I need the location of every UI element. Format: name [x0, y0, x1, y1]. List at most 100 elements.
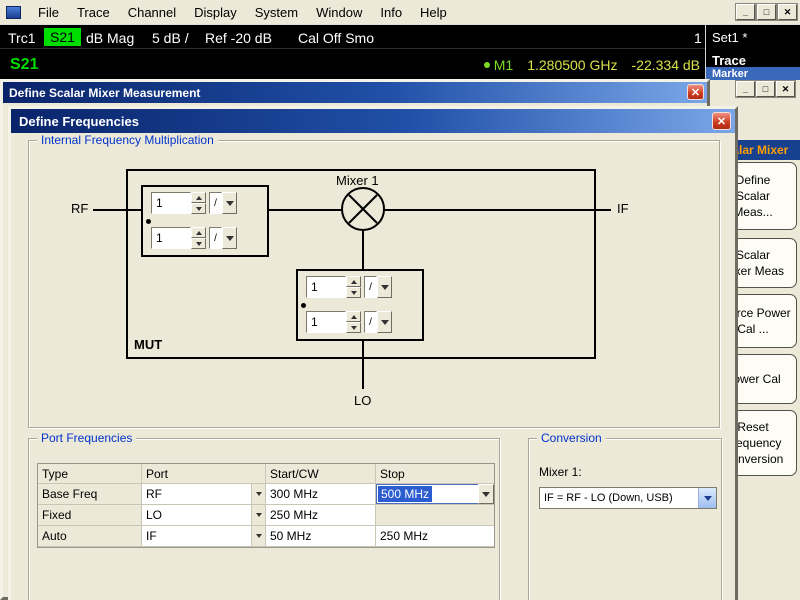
chevron-down-icon[interactable] [251, 505, 265, 525]
cell-start[interactable]: 50 MHz [266, 526, 376, 547]
denominator-field[interactable]: 1 [306, 311, 346, 333]
connection-dot-icon [146, 219, 151, 224]
chevron-down-icon[interactable] [698, 488, 716, 508]
spin-buttons [346, 311, 361, 333]
table-header-row: Type Port Start/CW Stop [38, 464, 494, 484]
fraction-icon [209, 192, 222, 214]
spin-up-icon[interactable] [191, 192, 206, 203]
softkey-line: Cal ... [737, 321, 768, 337]
trace-name: Trc1 [8, 30, 35, 46]
table-row: Auto IF 50 MHz 250 MHz [38, 526, 494, 547]
port-value: LO [146, 508, 162, 522]
softkey-line: Scalar [736, 188, 770, 204]
child-maximize-button[interactable]: □ [756, 81, 775, 97]
lo-multiplier-denominator: 1 [306, 311, 392, 333]
trace-legend[interactable]: S21 [10, 56, 38, 74]
spin-down-icon[interactable] [191, 203, 206, 214]
numerator-field[interactable]: 1 [151, 192, 191, 214]
spin-up-icon[interactable] [346, 311, 361, 322]
fraction-icon [364, 311, 377, 333]
spin-down-icon[interactable] [346, 322, 361, 333]
marker-label: M1 [484, 57, 513, 73]
dialog-titlebar[interactable]: Define Frequencies ✕ [11, 109, 735, 133]
menu-help[interactable]: Help [411, 1, 456, 24]
port-value: IF [146, 529, 157, 543]
header-type: Type [38, 464, 142, 484]
menu-channel[interactable]: Channel [119, 1, 185, 24]
dropdown-icon[interactable] [222, 227, 237, 249]
rf-multiplier-denominator: 1 [151, 227, 237, 249]
child-close-button[interactable]: ✕ [776, 81, 795, 97]
cell-port-combo[interactable]: IF [142, 526, 266, 547]
header-start-cw: Start/CW [266, 464, 376, 484]
table-row: Fixed LO 250 MHz [38, 505, 494, 526]
cell-stop-empty [376, 505, 494, 526]
lo-multiplier-box: 1 1 [296, 269, 424, 341]
child-window-controls: _ □ ✕ [736, 81, 795, 97]
cell-stop[interactable]: 250 MHz [376, 526, 494, 547]
lo-multiplier-numerator: 1 [306, 276, 392, 298]
menu-file[interactable]: File [29, 1, 68, 24]
chevron-down-icon[interactable] [251, 484, 265, 504]
dropdown-icon[interactable] [222, 192, 237, 214]
menu-display[interactable]: Display [185, 1, 246, 24]
lo-port-label: LO [354, 393, 371, 408]
menu-system[interactable]: System [246, 1, 307, 24]
group-conversion: Conversion Mixer 1: IF = RF - LO (Down, … [528, 438, 722, 600]
spin-down-icon[interactable] [346, 287, 361, 298]
spin-up-icon[interactable] [191, 227, 206, 238]
cell-start[interactable]: 300 MHz [266, 484, 376, 505]
cell-start[interactable]: 250 MHz [266, 505, 376, 526]
numerator-field[interactable]: 1 [306, 276, 346, 298]
group-label: Internal Frequency Multiplication [37, 133, 218, 147]
marker-response: -22.334 dB [632, 57, 701, 73]
fraction-icon [364, 276, 377, 298]
dialog-define-frequencies: Define Frequencies ✕ Internal Frequency … [8, 106, 738, 600]
port-frequencies-table: Type Port Start/CW Stop Base Freq RF 300… [37, 463, 495, 548]
cell-stop-combo[interactable]: 500 MHz [376, 484, 494, 505]
dropdown-icon[interactable] [377, 276, 392, 298]
cell-port-combo[interactable]: LO [142, 505, 266, 526]
child-minimize-button[interactable]: _ [736, 81, 755, 97]
spin-down-icon[interactable] [191, 238, 206, 249]
menu-trace[interactable]: Trace [68, 1, 119, 24]
marker-bullet-icon [484, 62, 490, 68]
close-button[interactable]: ✕ [778, 4, 797, 20]
spin-buttons [191, 192, 206, 214]
conversion-formula-combo[interactable]: IF = RF - LO (Down, USB) [539, 487, 717, 509]
softkey-line: Reset [737, 419, 768, 435]
maximize-button[interactable]: □ [757, 4, 776, 20]
mixer-x-icon [343, 189, 383, 229]
header-stop: Stop [376, 464, 494, 484]
mixer-symbol-icon [341, 187, 385, 231]
dialog-titlebar[interactable]: Define Scalar Mixer Measurement ✕ [3, 82, 707, 103]
conversion-formula-value: IF = RF - LO (Down, USB) [540, 492, 698, 504]
port-value: RF [146, 487, 162, 501]
chevron-down-icon[interactable] [478, 484, 494, 504]
dialog-close-button[interactable]: ✕ [687, 84, 704, 100]
trace-status-area: Trc1 S21 dB Mag 5 dB / Ref -20 dB Cal Of… [0, 24, 800, 80]
softkey-menu-path[interactable]: Marker [706, 67, 800, 81]
softkey-menu-title: Trace [712, 53, 746, 68]
rf-multiplier-box: 1 1 [141, 185, 269, 257]
group-label: Port Frequencies [37, 431, 136, 445]
dialog-close-button[interactable]: ✕ [712, 112, 731, 130]
softkey-line: Define [736, 172, 771, 188]
app-icon[interactable] [6, 6, 21, 19]
mut-label: MUT [134, 337, 162, 352]
chevron-down-icon[interactable] [251, 526, 265, 546]
menu-window[interactable]: Window [307, 1, 371, 24]
minimize-button[interactable]: _ [736, 4, 755, 20]
dialog-title: Define Frequencies [19, 114, 139, 129]
trace-scale: 5 dB / [152, 30, 189, 46]
stop-edit-field[interactable]: 500 MHz [376, 484, 494, 504]
connection-dot-icon [301, 303, 306, 308]
window-controls: _ □ ✕ [736, 4, 797, 20]
softkey-line: Scalar [736, 247, 770, 263]
cell-port-combo[interactable]: RF [142, 484, 266, 505]
denominator-field[interactable]: 1 [151, 227, 191, 249]
dropdown-icon[interactable] [377, 311, 392, 333]
trace-measurement-chip[interactable]: S21 [44, 28, 81, 46]
spin-up-icon[interactable] [346, 276, 361, 287]
menu-info[interactable]: Info [371, 1, 411, 24]
